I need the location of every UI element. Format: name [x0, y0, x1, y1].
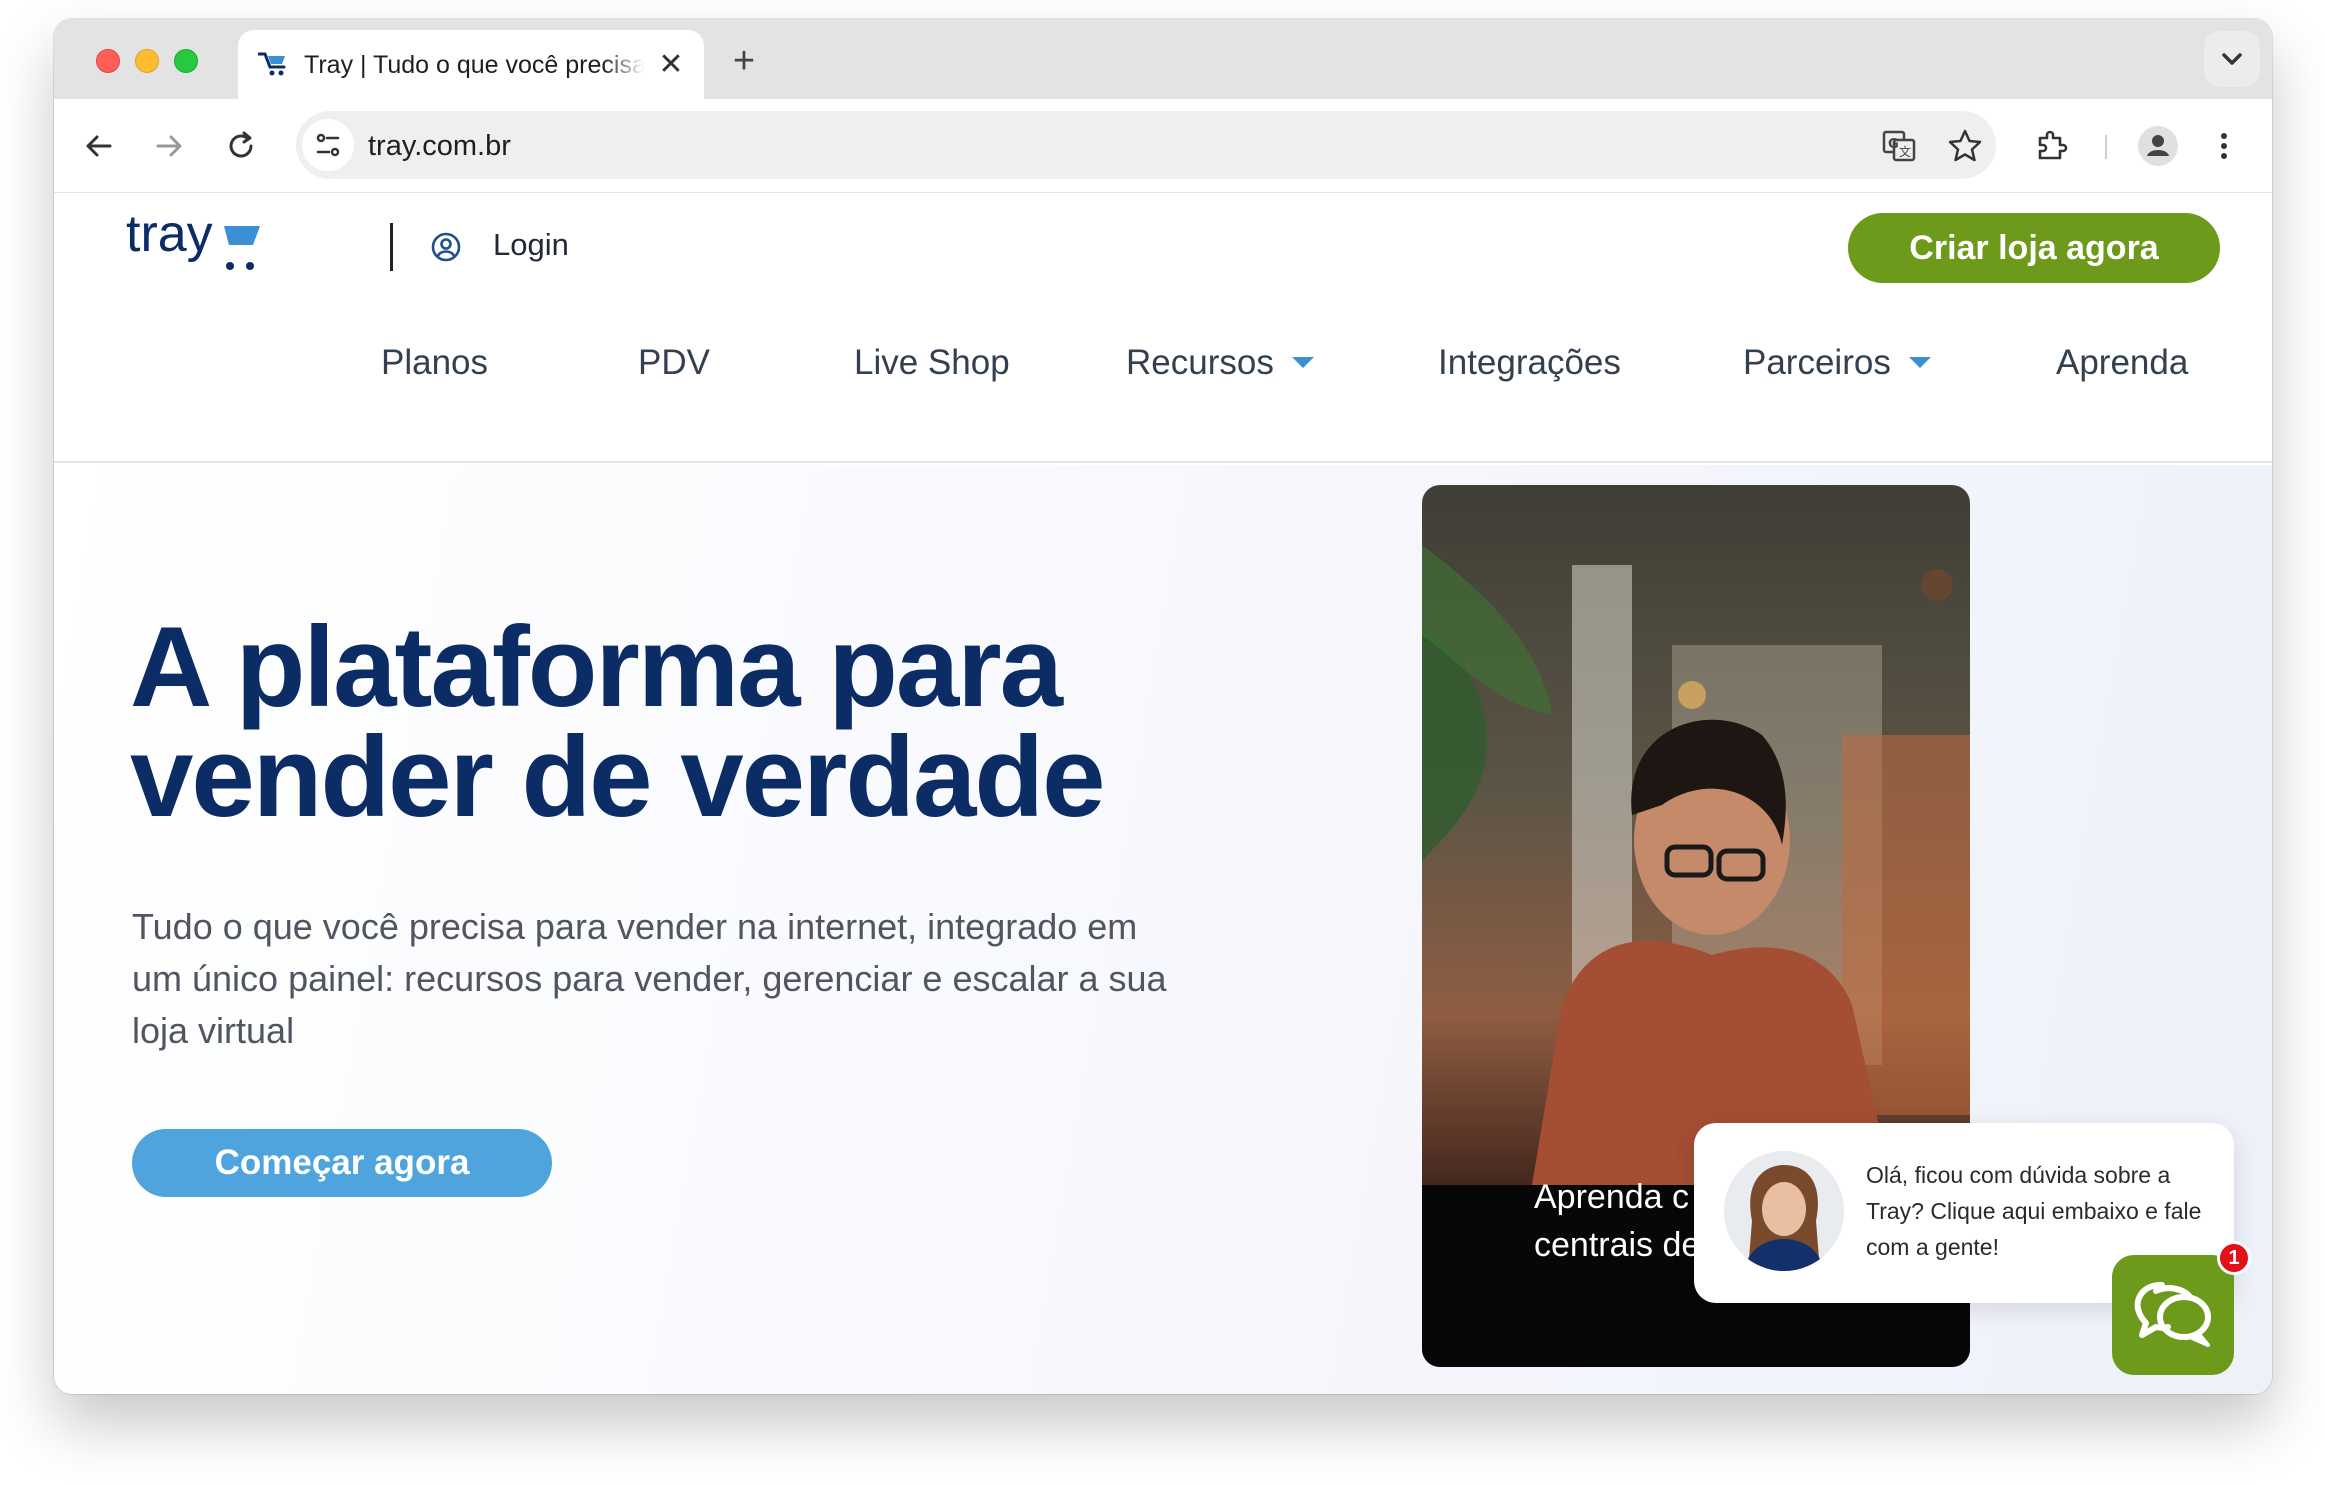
extensions-icon[interactable] — [2032, 127, 2070, 165]
nav-item-recursos-label: Recursos — [1126, 343, 1274, 382]
tab-tray[interactable]: Tray | Tudo o que você precisa ✕ — [238, 30, 704, 99]
browser-window: Tray | Tudo o que você precisa ✕ + tray.… — [54, 19, 2272, 1394]
menu-icon[interactable] — [2205, 127, 2243, 165]
toolbar-separator — [2105, 135, 2107, 159]
headline-line-1: A plataforma para — [130, 604, 1063, 731]
chat-notification-badge: 1 — [2217, 1241, 2251, 1275]
login-link[interactable]: Login — [493, 227, 569, 263]
svg-text:tray: tray — [126, 209, 213, 263]
reload-icon[interactable] — [222, 127, 260, 165]
url-text: tray.com.br — [368, 130, 511, 162]
nav-item-parceiros-label: Parceiros — [1743, 343, 1891, 382]
chat-greeting-text: Olá, ficou com dúvida sobre a Tray? Cliq… — [1866, 1162, 2202, 1260]
nav-item-aprenda[interactable]: Aprenda — [2056, 343, 2188, 383]
header-divider — [390, 223, 393, 271]
tray-favicon-icon — [258, 52, 286, 76]
hero-subtext: Tudo o que você precisa para vender na i… — [132, 906, 1167, 1051]
back-icon[interactable] — [80, 127, 118, 165]
tab-strip: Tray | Tudo o que você precisa ✕ + — [54, 19, 2272, 99]
web-page: tray Login Criar loja agora Planos PDV L… — [54, 193, 2272, 1394]
browser-toolbar: tray.com.br G 文 — [54, 99, 2272, 193]
site-header: tray Login Criar loja agora Planos PDV L… — [54, 193, 2272, 463]
dropdown-caret-icon — [1908, 357, 1931, 369]
tab-close-icon[interactable]: ✕ — [656, 50, 686, 80]
dropdown-caret-icon — [1291, 357, 1314, 369]
star-icon[interactable] — [1946, 127, 1984, 165]
nav-item-pdv[interactable]: PDV — [638, 343, 710, 383]
profile-icon[interactable] — [2137, 125, 2179, 167]
chat-open-button[interactable] — [2112, 1255, 2234, 1375]
tray-logo[interactable]: tray — [126, 209, 266, 279]
chat-bubbles-icon — [2134, 1282, 2211, 1347]
translate-icon[interactable]: G 文 — [1880, 127, 1918, 165]
forward-icon[interactable] — [150, 127, 188, 165]
start-now-button[interactable]: Começar agora — [132, 1129, 552, 1197]
nav-item-recursos[interactable]: Recursos — [1126, 343, 1314, 383]
maximize-window-button[interactable] — [174, 49, 198, 73]
agent-photo — [1724, 1151, 1844, 1271]
site-info-button[interactable] — [302, 119, 354, 171]
close-window-button[interactable] — [96, 49, 120, 73]
svg-text:文: 文 — [1899, 144, 1911, 159]
user-circle-icon[interactable] — [430, 231, 462, 263]
hero-headline: A plataforma para vender de verdade — [130, 611, 1130, 835]
nav-item-integracoes[interactable]: Integrações — [1438, 343, 1621, 383]
headline-line-2: vender de verdade — [130, 714, 1105, 841]
hero-section: A plataforma para vender de verdade Tudo… — [54, 465, 2272, 1394]
svg-text:G: G — [1888, 137, 1899, 152]
chevron-down-icon — [2222, 53, 2242, 65]
chat-agent-avatar — [1724, 1151, 1844, 1271]
caption-line-2: centrais de — [1534, 1226, 1701, 1264]
new-tab-icon[interactable]: + — [726, 42, 762, 80]
address-bar[interactable]: tray.com.br G 文 — [296, 111, 1996, 179]
tab-search-button[interactable] — [2204, 31, 2260, 87]
nav-item-parceiros[interactable]: Parceiros — [1743, 343, 1931, 383]
tab-title: Tray | Tudo o que você precisa — [304, 51, 644, 79]
minimize-window-button[interactable] — [135, 49, 159, 73]
create-store-button[interactable]: Criar loja agora — [1848, 213, 2220, 283]
nav-item-planos[interactable]: Planos — [381, 343, 488, 383]
site-settings-icon — [316, 133, 340, 157]
caption-line-1: Aprenda c — [1534, 1178, 1689, 1216]
nav-item-live-shop[interactable]: Live Shop — [854, 343, 1010, 383]
